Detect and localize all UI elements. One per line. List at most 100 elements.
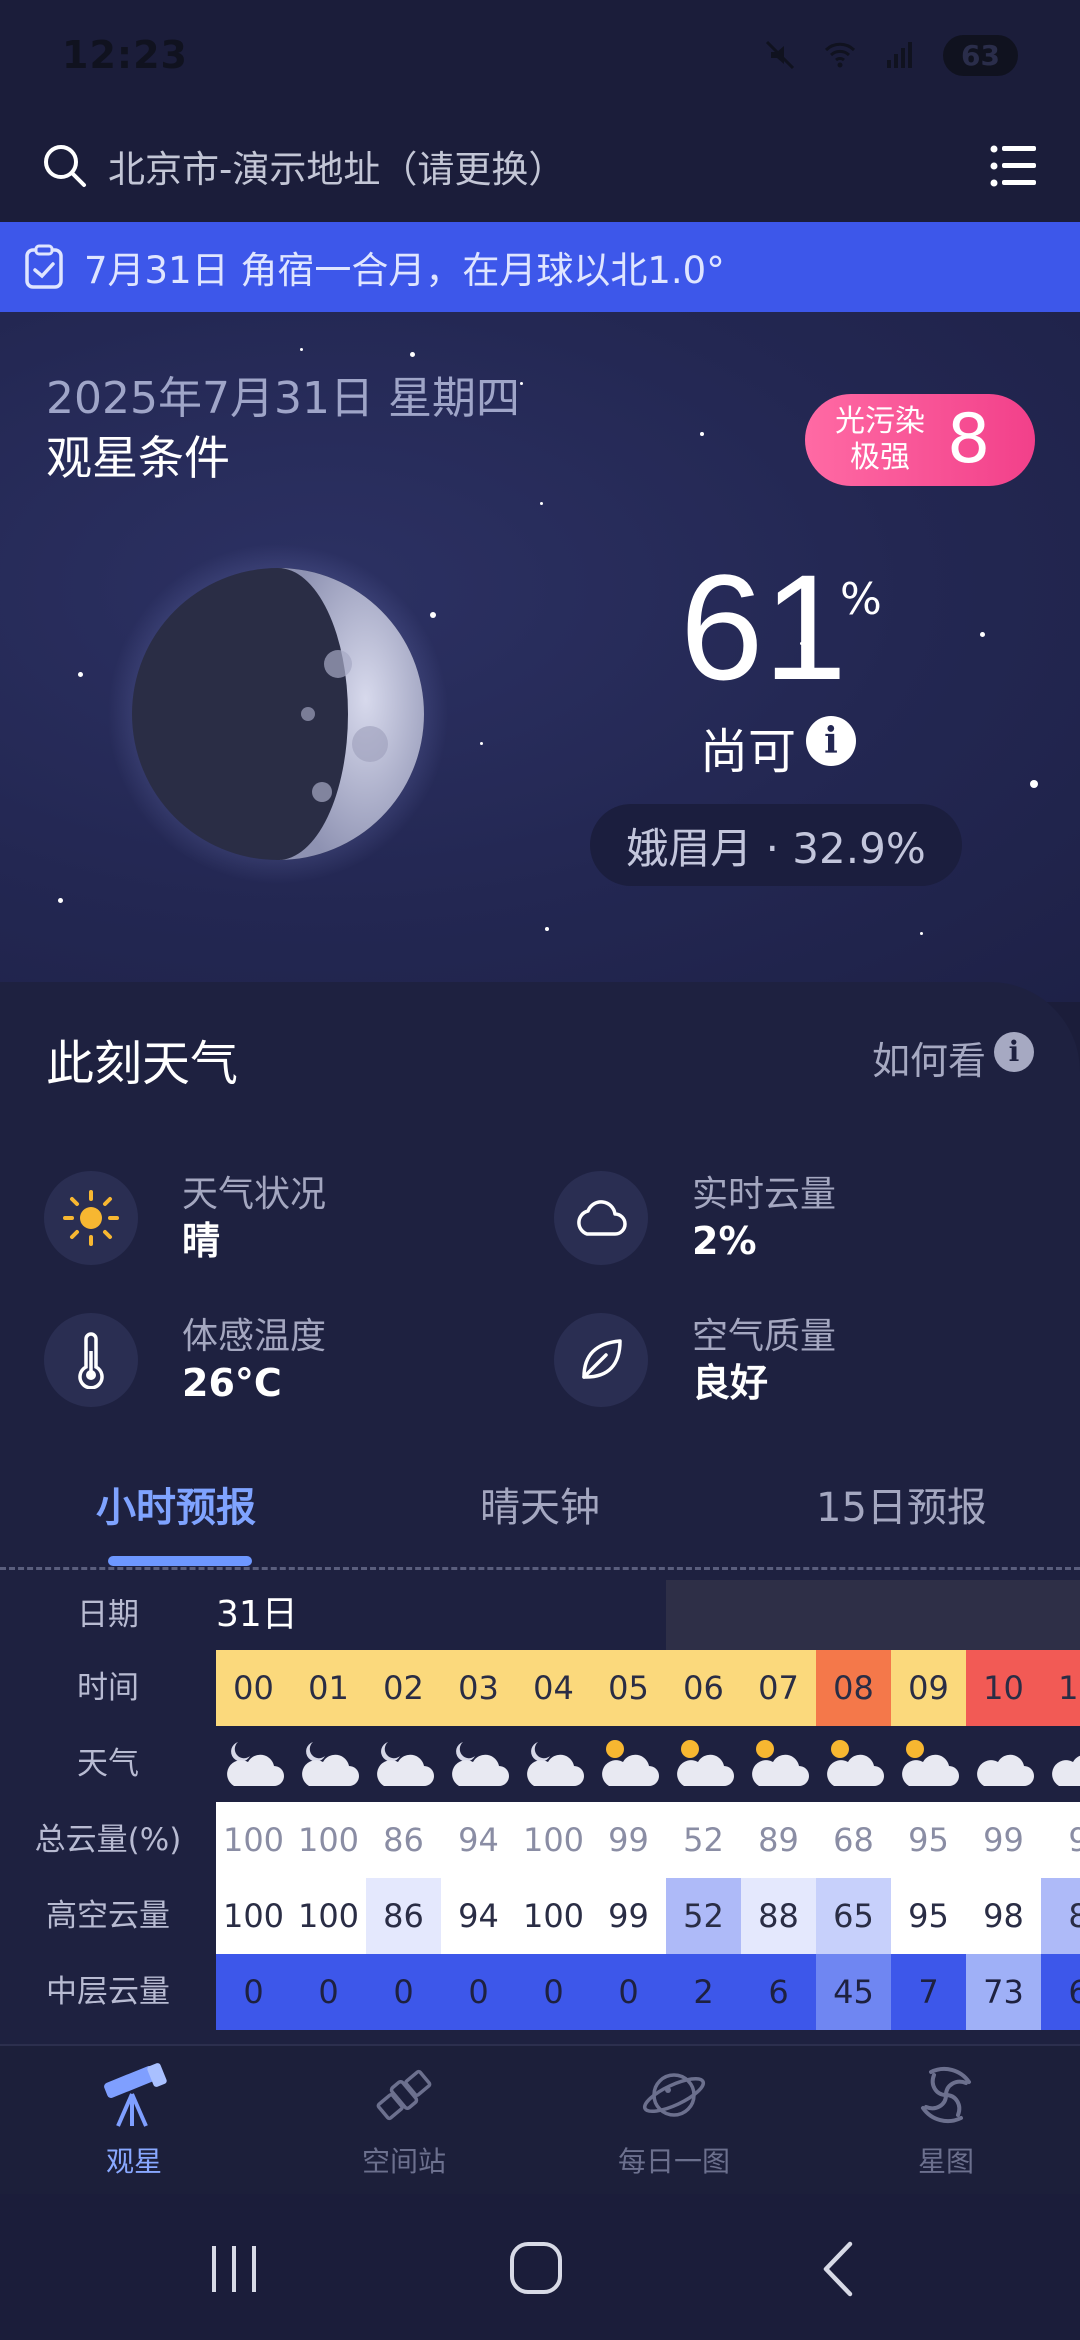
air-quality-label: 空气质量: [692, 1316, 837, 1357]
total-cloud-cell: 9: [1041, 1802, 1080, 1878]
nav-stargazing[interactable]: 观星: [34, 2060, 234, 2180]
mid-cloud-cell: 2: [666, 1954, 741, 2030]
battery-level: 63: [943, 34, 1018, 76]
nav-space-station[interactable]: 空间站: [304, 2060, 504, 2180]
cloud-moon-icon: [291, 1726, 366, 1802]
high-cloud-cell: 100: [291, 1878, 366, 1954]
status-bar: 12:23 63: [0, 0, 1080, 110]
hourly-forecast-table[interactable]: 31日 日期 时间 天气 总云量(%) 高空云量 中层云量 00 01 02 03 04 05 06 07…: [0, 1580, 1080, 2044]
light-pollution-level: 8: [947, 400, 991, 479]
cloud-icon: [1041, 1726, 1080, 1802]
how-to-read-info-icon[interactable]: i: [994, 1032, 1034, 1072]
total-cloud-cell: 100: [516, 1802, 591, 1878]
search-icon[interactable]: [42, 143, 88, 189]
light-pollution-severity: 极强: [850, 440, 910, 475]
mid-cloud-cell: 73: [966, 1954, 1041, 2030]
calendar-check-icon: [25, 244, 63, 289]
search-bar[interactable]: 北京市-演示地址（请更换）: [0, 110, 1080, 222]
score-rating: 尚可: [700, 724, 797, 780]
hour-cell: 04: [516, 1650, 591, 1726]
status-time: 12:23: [62, 33, 188, 77]
high-cloud-cell: 88: [741, 1878, 816, 1954]
air-quality-item: 空气质量 良好: [554, 1310, 994, 1410]
event-banner[interactable]: 7月31日 角宿一合月，在月球以北1.0°: [0, 222, 1080, 312]
nav-space-station-label: 空间站: [361, 2145, 446, 2178]
cloud-cover-label: 实时云量: [692, 1174, 837, 1215]
active-tab-indicator: [108, 1556, 252, 1566]
weather-condition-value: 晴: [182, 1219, 221, 1263]
high-cloud-cell: 98: [966, 1878, 1041, 1954]
total-cloud-cell: 99: [966, 1802, 1041, 1878]
high-cloud-cell: 8: [1041, 1878, 1080, 1954]
hour-cell: 07: [741, 1650, 816, 1726]
high-cloud-cell: 95: [891, 1878, 966, 1954]
total-cloud-cell: 100: [291, 1802, 366, 1878]
row-label: 天气: [77, 1746, 139, 1782]
menu-icon[interactable]: [990, 144, 1038, 188]
tab-clear-sky-clock[interactable]: 晴天钟: [480, 1475, 600, 1533]
cloud-sun-icon: [816, 1726, 891, 1802]
mid-cloud-cell: 45: [816, 1954, 891, 2030]
back-icon[interactable]: [818, 2240, 858, 2298]
location-label[interactable]: 北京市-演示地址（请更换）: [108, 139, 565, 193]
row-label: 时间: [77, 1670, 139, 1706]
hour-cell: 08: [816, 1650, 891, 1726]
hour-cell: 09: [891, 1650, 966, 1726]
system-navigation-bar: [0, 2194, 1080, 2340]
cloud-icon: [966, 1726, 1041, 1802]
nav-daily-picture[interactable]: 每日一图: [574, 2060, 774, 2180]
score-unit: %: [840, 574, 882, 625]
cloud-icon: [554, 1171, 648, 1265]
bottom-navigation: 观星 空间站 每日一图 星图: [0, 2044, 1080, 2194]
tab-hourly-forecast[interactable]: 小时预报: [96, 1475, 256, 1533]
cloud-cover-value: 2%: [692, 1219, 757, 1263]
home-icon[interactable]: [508, 2240, 564, 2296]
satellite-icon: [376, 2069, 432, 2121]
telescope-icon: [104, 2063, 167, 2127]
row-label: 日期: [77, 1597, 139, 1633]
how-to-read-link[interactable]: 如何看: [872, 1030, 986, 1085]
cloud-cover-item: 实时云量 2%: [554, 1168, 994, 1268]
cloud-moon-icon: [516, 1726, 591, 1802]
hour-cell: 02: [366, 1650, 441, 1726]
hour-cell: 03: [441, 1650, 516, 1726]
total-cloud-cell: 94: [441, 1802, 516, 1878]
total-cloud-cell: 95: [891, 1802, 966, 1878]
forecast-date: 31日: [216, 1594, 298, 1635]
high-cloud-cell: 94: [441, 1878, 516, 1954]
banner-text[interactable]: 7月31日 角宿一合月，在月球以北1.0°: [84, 240, 725, 294]
mid-cloud-cell: 7: [891, 1954, 966, 2030]
section-subtitle: 观星条件: [46, 431, 230, 485]
cloud-sun-icon: [666, 1726, 741, 1802]
divider: [0, 1567, 1080, 1570]
feels-like-value: 26°C: [182, 1361, 282, 1405]
daytime-shade: [666, 1580, 1080, 1650]
weather-condition-item: 天气状况 晴: [44, 1168, 484, 1268]
moon-phase-pill: 娥眉月 · 32.9%: [590, 804, 962, 886]
cloud-moon-icon: [216, 1726, 291, 1802]
total-cloud-cell: 89: [741, 1802, 816, 1878]
high-cloud-cell: 86: [366, 1878, 441, 1954]
light-pollution-badge[interactable]: 光污染 极强 8: [805, 394, 1035, 486]
feels-like-item: 体感温度 26°C: [44, 1310, 484, 1410]
nav-star-map[interactable]: 星图: [846, 2060, 1046, 2180]
hour-cell: 05: [591, 1650, 666, 1726]
current-weather-title: 此刻天气: [46, 1036, 239, 1092]
info-icon[interactable]: i: [806, 716, 856, 766]
leaf-icon: [554, 1313, 648, 1407]
recent-apps-icon[interactable]: [206, 2242, 262, 2296]
high-cloud-cell: 100: [216, 1878, 291, 1954]
mid-cloud-cell: 0: [366, 1954, 441, 2030]
mid-cloud-cell: 0: [516, 1954, 591, 2030]
total-cloud-cell: 52: [666, 1802, 741, 1878]
total-cloud-cell: 86: [366, 1802, 441, 1878]
row-label: 高空云量: [46, 1898, 170, 1934]
mid-cloud-cell: 0: [441, 1954, 516, 2030]
hour-cell: 06: [666, 1650, 741, 1726]
cloud-sun-icon: [741, 1726, 816, 1802]
tab-15-day-forecast[interactable]: 15日预报: [816, 1475, 987, 1533]
signal-icon: [887, 42, 913, 68]
row-label: 中层云量: [46, 1974, 170, 2010]
stargazing-conditions-card: 2025年7月31日 星期四 观星条件 光污染 极强 8 61 % 尚可 i 娥…: [0, 312, 1080, 1002]
mid-cloud-cell: 0: [216, 1954, 291, 2030]
